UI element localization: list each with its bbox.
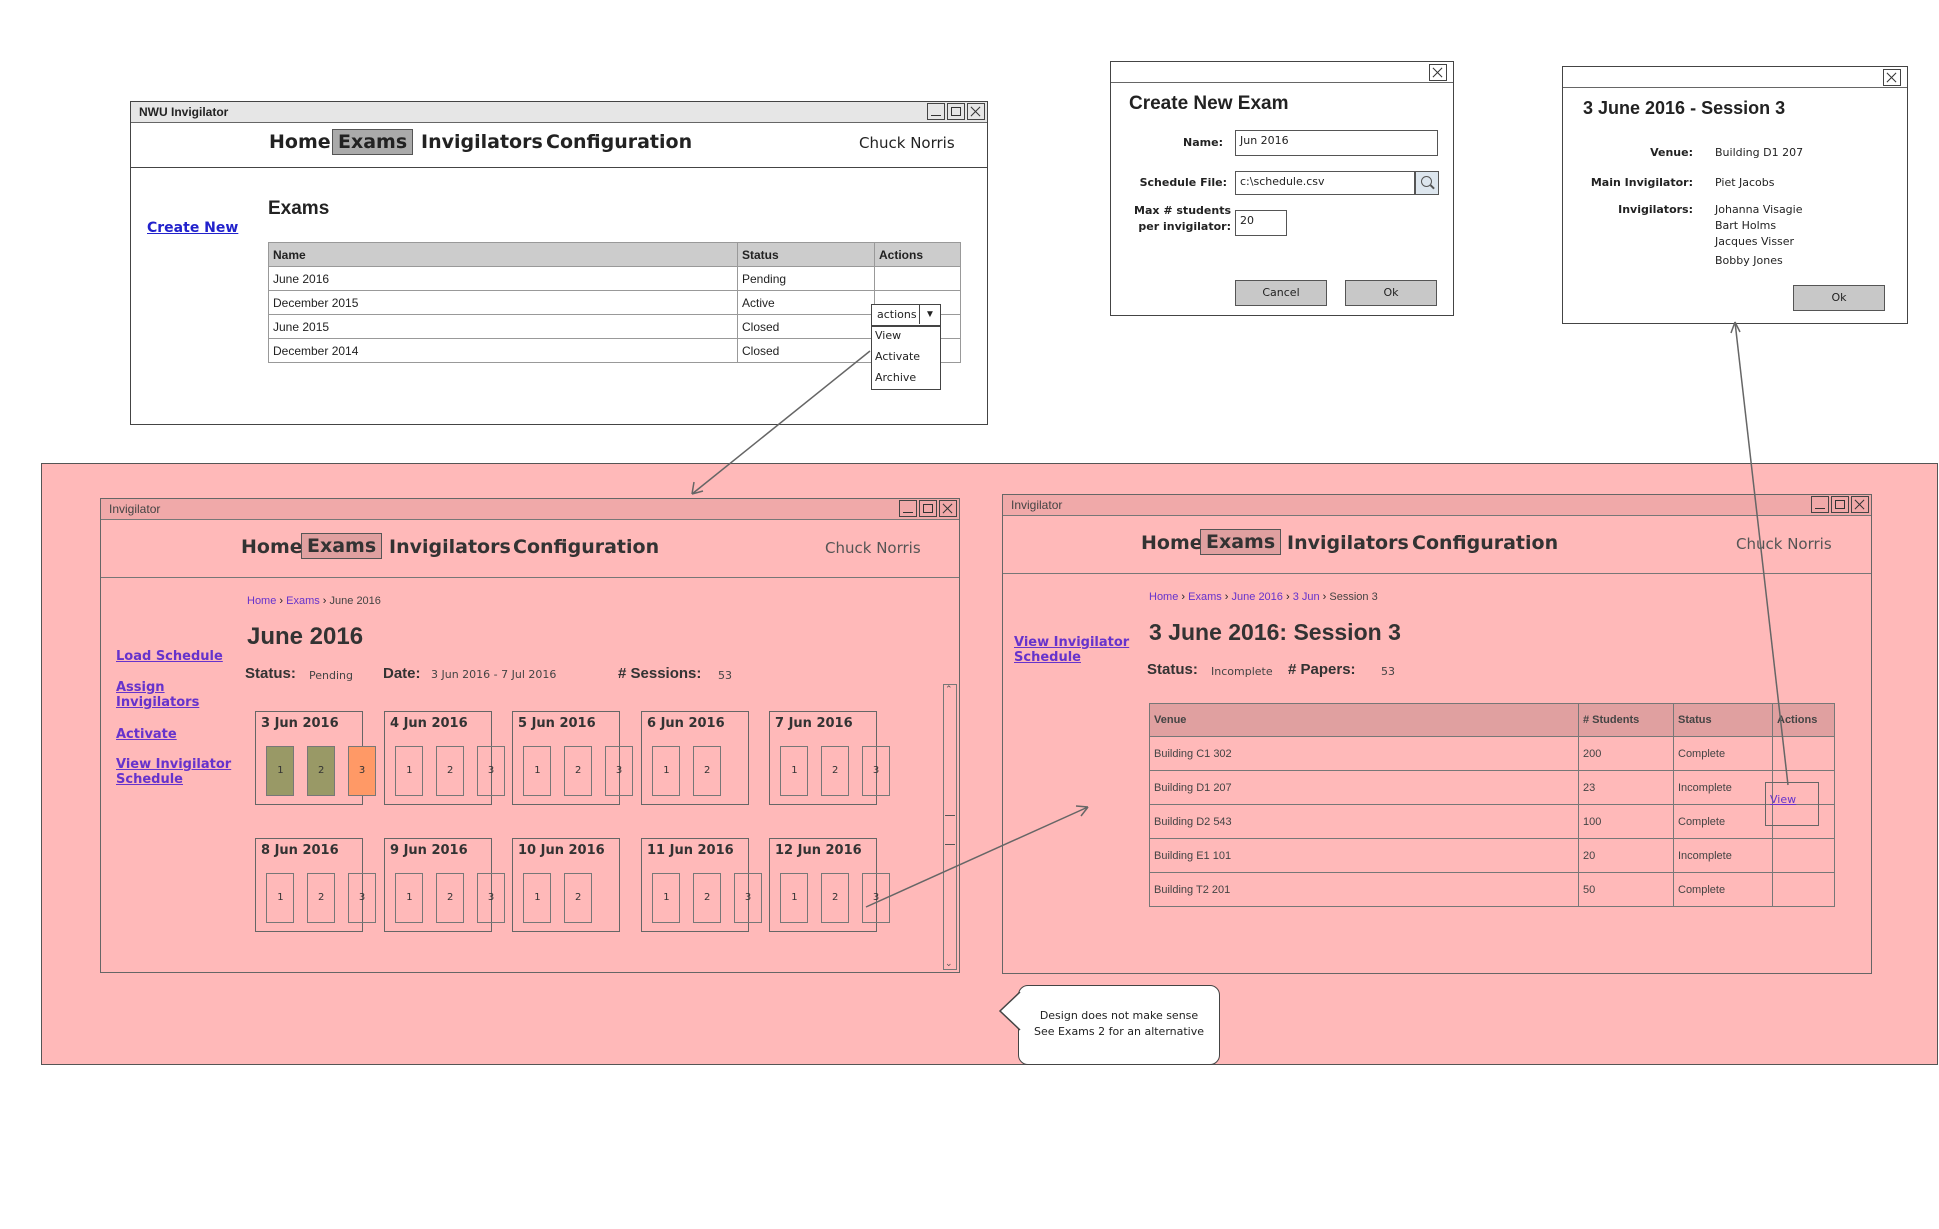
arrow-session-to-venues <box>865 806 1089 908</box>
flow-arrows <box>691 321 1789 908</box>
arrow-view-to-details <box>1734 321 1789 786</box>
arrow-view-to-june <box>691 350 871 495</box>
